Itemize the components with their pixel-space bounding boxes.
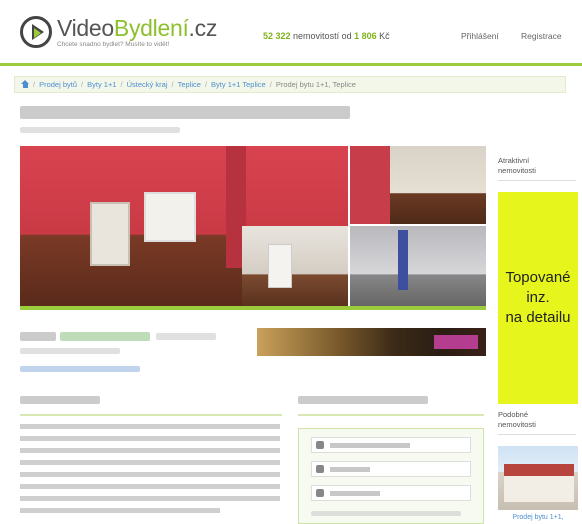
photo-detail <box>90 202 130 266</box>
site-logo[interactable]: VideoBydlení.cz Chcete snadno bydlet? Mu… <box>20 16 217 48</box>
gallery-thumb[interactable] <box>242 226 348 306</box>
price-extra-blurred <box>156 333 216 340</box>
home-icon[interactable] <box>21 80 29 88</box>
sidebar-divider <box>498 180 576 181</box>
breadcrumb-current: Prodej bytu 1+1, Teplice <box>275 80 356 89</box>
form-note-blurred <box>311 511 461 516</box>
topped-ad-box[interactable]: Topované inz. na detailu <box>498 192 578 404</box>
description-text-blurred <box>20 508 220 513</box>
breadcrumb-item[interactable]: Byty 1+1 <box>87 80 116 89</box>
breadcrumb: / Prodej bytů / Byty 1+1/Ústecký kraj / Tepli… <box>14 76 566 93</box>
promo-button <box>434 335 478 349</box>
description-text-blurred <box>20 436 280 441</box>
price-note-blurred <box>20 348 120 354</box>
gallery-progress-bar <box>20 306 486 310</box>
logo-tagline: Chcete snadno bydlet? Musíte to vidět! <box>57 41 170 48</box>
listing-subtitle-blurred <box>20 127 180 133</box>
link-blurred[interactable] <box>20 366 140 372</box>
breadcrumb-item[interactable]: Teplice <box>178 80 201 89</box>
gallery-thumb[interactable] <box>350 226 486 306</box>
logo-name: VideoBydlení.cz <box>57 15 218 41</box>
description-text-blurred <box>20 472 280 477</box>
listing-title-blurred <box>20 106 350 119</box>
contact-heading-blurred <box>298 396 428 404</box>
price-badge-blurred <box>60 332 150 341</box>
section-divider <box>298 414 484 416</box>
user-icon <box>316 441 324 449</box>
photo-detail <box>144 192 196 242</box>
similar-heading: Podobné nemovitosti <box>498 410 536 429</box>
photo-detail <box>398 230 408 290</box>
photo-detail <box>504 476 574 502</box>
phone-field[interactable] <box>311 461 471 477</box>
photo-detail <box>268 244 292 288</box>
field-placeholder <box>330 491 380 496</box>
breadcrumb-item[interactable]: Byty 1+1 Teplice <box>211 80 266 89</box>
description-text-blurred <box>20 484 280 489</box>
promo-banner[interactable] <box>257 328 486 356</box>
field-placeholder <box>330 467 370 472</box>
photo-detail <box>350 146 390 224</box>
contact-form <box>298 428 484 524</box>
logo-play-icon <box>20 16 52 48</box>
login-link[interactable]: Přihlášení <box>461 31 499 41</box>
similar-listing-link[interactable]: Prodej bytu 1+1, <box>498 514 578 521</box>
description-text-blurred <box>20 424 280 429</box>
section-divider <box>20 414 282 416</box>
description-text-blurred <box>20 460 280 465</box>
description-text-blurred <box>20 448 280 453</box>
site-header: VideoBydlení.cz Chcete snadno bydlet? Mu… <box>0 0 582 66</box>
price-blurred <box>20 332 56 341</box>
name-field[interactable] <box>311 437 471 453</box>
similar-listing-photo[interactable] <box>498 446 578 510</box>
field-placeholder <box>330 443 410 448</box>
description-heading-blurred <box>20 396 100 404</box>
email-field[interactable] <box>311 485 471 501</box>
listing-stats: 52 322 nemovitostí od 1 806 Kč <box>263 31 390 41</box>
register-link[interactable]: Registrace <box>521 31 562 41</box>
photo-gallery[interactable] <box>20 146 486 310</box>
breadcrumb-item[interactable]: Ústecký kraj <box>127 80 168 89</box>
description-text-blurred <box>20 496 280 501</box>
photo-detail <box>504 464 574 476</box>
attractive-heading: Atraktivní nemovitosti <box>498 156 536 175</box>
mail-icon <box>316 489 324 497</box>
gallery-thumb[interactable] <box>350 146 486 224</box>
breadcrumb-item[interactable]: Prodej bytů <box>39 80 77 89</box>
sidebar-divider <box>498 434 576 435</box>
phone-icon <box>316 465 324 473</box>
